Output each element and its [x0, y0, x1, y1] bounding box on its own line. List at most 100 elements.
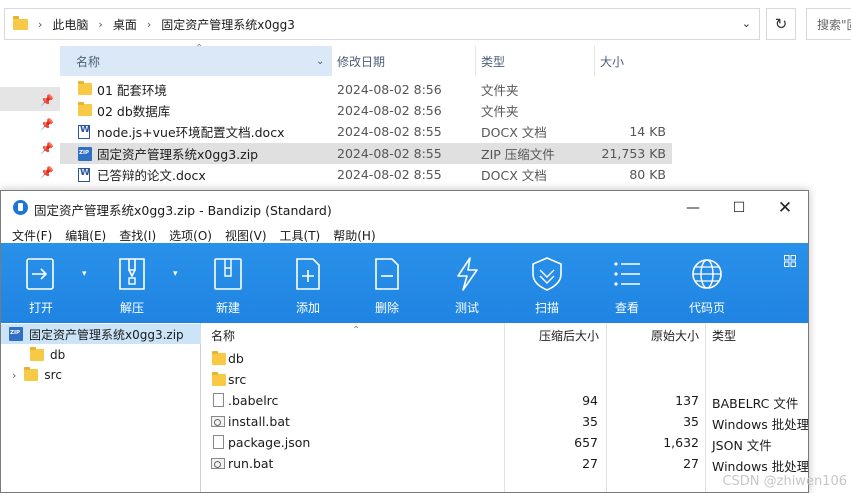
file-name: 02 db数据库 [97, 104, 171, 119]
folder-icon [13, 15, 28, 30]
file-row[interactable]: 已答辩的论文.docx 2024-08-02 8:55 DOCX 文档 80 K… [60, 164, 672, 185]
toolbar-label: 扫描 [534, 301, 559, 315]
menu-tools[interactable]: 工具(T) [280, 227, 321, 244]
compressed-size: 657 [574, 435, 598, 450]
column-header-type[interactable]: 类型 [481, 46, 505, 76]
folder-icon [78, 102, 92, 119]
extract-icon [119, 258, 145, 290]
layout-grid-icon[interactable] [784, 255, 796, 267]
test-icon [457, 257, 478, 291]
watermark: CSDN @zhiwen106 [722, 474, 847, 489]
new-archive-button[interactable]: 新建 [193, 243, 263, 323]
file-name: 固定资产管理系统x0gg3.zip [97, 147, 259, 162]
original-size: 27 [683, 456, 699, 471]
word-document-icon [78, 125, 90, 142]
word-document-icon [78, 168, 90, 185]
sort-up-icon: ⌃ [195, 42, 204, 54]
list-item[interactable]: .babelrc 94 137 BABELRC 文件 [202, 390, 808, 411]
close-button[interactable]: ✕ [762, 191, 808, 224]
toolbar-label: 解压 [119, 301, 144, 315]
column-header-original-size[interactable]: 原始大小 [651, 323, 699, 347]
codepage-button[interactable]: 代码页 [672, 243, 742, 323]
maximize-button[interactable]: ☐ [716, 191, 762, 224]
column-separator [475, 46, 476, 76]
file-row[interactable]: node.js+vue环境配置文档.docx 2024-08-02 8:55 D… [60, 121, 672, 142]
view-button[interactable]: 查看 [592, 243, 662, 323]
column-header-date[interactable]: 修改日期 [337, 46, 385, 76]
search-input[interactable]: 搜索"固 [806, 8, 851, 40]
list-item[interactable]: package.json 657 1,632 JSON 文件 [202, 432, 808, 453]
file-row[interactable]: 02 db数据库 2024-08-02 8:56 文件夹 [60, 100, 672, 121]
list-item[interactable]: install.bat 35 35 Windows 批处理文件 [202, 411, 808, 432]
file-type: JSON 文件 [712, 438, 772, 453]
tree-item-db[interactable]: db [1, 345, 201, 365]
chevron-down-icon[interactable]: ⌄ [742, 17, 751, 30]
tree-item-archive[interactable]: 固定资产管理系统x0gg3.zip [1, 324, 201, 344]
list-item[interactable]: run.bat 27 27 Windows 批处理文件 [202, 453, 808, 474]
file-row-selected[interactable]: 固定资产管理系统x0gg3.zip 2024-08-02 8:55 ZIP 压缩… [60, 143, 672, 164]
delete-button[interactable]: 删除 [352, 243, 422, 323]
column-header-name[interactable]: 名称 [211, 323, 235, 347]
codepage-globe-icon [692, 259, 722, 289]
menu-find[interactable]: 查找(I) [119, 227, 156, 244]
file-size: 80 KB [629, 167, 666, 182]
file-type: 文件夹 [481, 83, 519, 98]
bandizip-window: 固定资产管理系统x0gg3.zip - Bandizip (Standard) … [0, 190, 809, 493]
file-type: ZIP 压缩文件 [481, 147, 555, 162]
column-header-name[interactable]: 名称 [76, 46, 100, 76]
add-button[interactable]: 添加 [273, 243, 343, 323]
address-bar[interactable]: › 此电脑 › 桌面 › 固定资产管理系统x0gg3 ⌄ [4, 8, 760, 40]
delete-file-icon [375, 258, 399, 290]
column-header-size[interactable]: 大小 [600, 46, 624, 76]
chevron-right-icon[interactable]: › [12, 369, 16, 382]
breadcrumb-current-folder[interactable]: 固定资产管理系统x0gg3 [161, 16, 295, 33]
compressed-size: 94 [582, 393, 598, 408]
file-size: 14 KB [629, 124, 666, 139]
menu-edit[interactable]: 编辑(E) [65, 227, 106, 244]
scan-button[interactable]: 扫描 [512, 243, 582, 323]
chevron-down-icon[interactable]: ⌄ [316, 46, 324, 76]
file-type: BABELRC 文件 [712, 396, 799, 411]
menu-help[interactable]: 帮助(H) [333, 227, 375, 244]
folder-icon [78, 81, 92, 98]
list-item[interactable]: src [202, 369, 808, 390]
menu-options[interactable]: 选项(O) [169, 227, 212, 244]
file-name: .babelrc [228, 393, 279, 408]
chevron-right-icon: › [98, 17, 103, 31]
view-list-icon [614, 262, 640, 286]
tree-item-label: 固定资产管理系统x0gg3.zip [29, 327, 184, 342]
toolbar-label: 查看 [614, 301, 639, 315]
file-name: 已答辩的论文.docx [97, 168, 206, 183]
file-row[interactable]: 01 配套环境 2024-08-02 8:56 文件夹 [60, 79, 672, 100]
file-name: 01 配套环境 [97, 83, 167, 98]
zip-icon [9, 327, 23, 341]
file-name: node.js+vue环境配置文档.docx [97, 125, 285, 140]
extract-button[interactable]: 解压 [97, 243, 167, 323]
file-icon [213, 435, 224, 449]
chevron-down-icon[interactable]: ▾ [82, 269, 87, 279]
new-archive-icon [214, 258, 242, 290]
file-name: src [228, 372, 247, 387]
list-item[interactable]: db [202, 348, 808, 369]
column-header-type[interactable]: 类型 [712, 323, 736, 347]
refresh-button[interactable]: ↻ [766, 8, 796, 40]
column-header-compressed-size[interactable]: 压缩后大小 [539, 323, 599, 347]
file-icon [213, 393, 224, 407]
open-button[interactable]: 打开 [6, 243, 76, 323]
toolbar: 打开 ▾ 解压 ▾ 新建 添加 删除 测试 扫描 查看 代码页 [1, 243, 808, 323]
zip-icon [78, 147, 92, 164]
folder-icon [24, 367, 39, 381]
menu-file[interactable]: 文件(F) [12, 227, 52, 244]
chevron-down-icon[interactable]: ▾ [173, 269, 178, 279]
title-bar[interactable]: 固定资产管理系统x0gg3.zip - Bandizip (Standard) … [1, 191, 808, 224]
tree-item-src[interactable]: › src [1, 365, 201, 385]
breadcrumb-this-pc[interactable]: 此电脑 [52, 16, 88, 33]
file-date: 2024-08-02 8:56 [337, 103, 442, 118]
breadcrumb-desktop[interactable]: 桌面 [113, 16, 137, 33]
file-size: 21,753 KB [601, 146, 666, 161]
toolbar-label: 打开 [28, 301, 53, 315]
minimize-button[interactable]: — [670, 191, 716, 224]
chevron-right-icon: › [38, 17, 43, 31]
menu-view[interactable]: 视图(V) [225, 227, 267, 244]
test-button[interactable]: 测试 [432, 243, 502, 323]
